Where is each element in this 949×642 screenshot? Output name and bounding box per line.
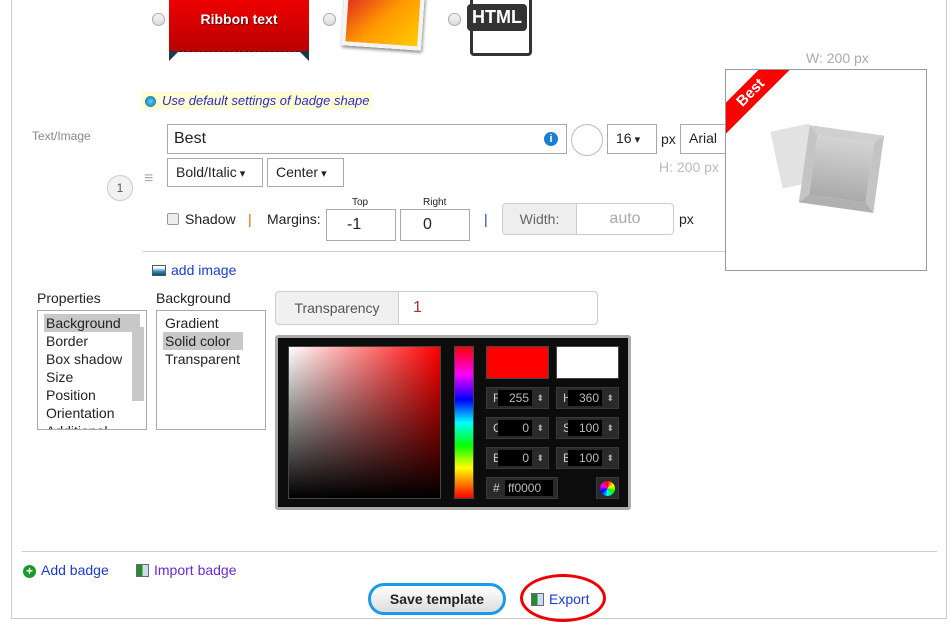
transparency-input[interactable]: 1 [399, 292, 597, 324]
list-item[interactable]: Size [44, 368, 140, 386]
import-badge-link[interactable]: Import badge [136, 562, 237, 578]
text-color-swatch[interactable] [571, 124, 603, 156]
width-input[interactable]: auto [577, 204, 673, 234]
brightness-field[interactable]: B 100 ⬍ [556, 447, 619, 469]
separator: | [248, 211, 252, 227]
font-size-select[interactable]: 16 [607, 124, 657, 154]
margin-top-label: Top [352, 197, 369, 208]
preview-height-label: H: 200 px [659, 159, 719, 175]
badge-preview: Best [725, 69, 927, 271]
scrollbar[interactable] [132, 327, 144, 401]
list-item[interactable]: Border [44, 332, 140, 350]
preview-width-label: W: 200 px [806, 50, 869, 66]
saturation-field[interactable]: S 100 ⬍ [556, 417, 619, 439]
width-label: Width: [503, 204, 577, 234]
save-template-button[interactable]: Save template [368, 583, 506, 615]
previous-color-swatch[interactable] [556, 346, 619, 379]
blue-field[interactable]: B 0 ⬍ [486, 447, 549, 469]
shape-radio-image[interactable] [323, 13, 336, 26]
info-icon[interactable]: i [544, 132, 558, 146]
background-list[interactable]: Gradient Solid color Transparent [156, 310, 266, 430]
list-item[interactable]: Orientation [44, 404, 140, 422]
margin-top-input[interactable]: -1 [326, 209, 396, 241]
badge-text-input[interactable]: Best i [167, 124, 567, 154]
divider [22, 551, 937, 552]
color-picker: R255⬍ H360⬍ G0⬍ S100⬍ B0⬍ B100⬍ #ff0000 [275, 335, 631, 510]
text-align-select[interactable]: Center [267, 158, 344, 187]
text-image-label: Text/Image [32, 129, 91, 143]
plus-icon: + [23, 565, 36, 578]
margin-right-input[interactable]: 0 [400, 209, 470, 241]
color-wheel-button[interactable] [596, 477, 619, 499]
properties-list[interactable]: Background Border Box shadow Size Positi… [37, 310, 147, 430]
background-label: Background [156, 290, 231, 306]
shape-ribbon-option[interactable]: Ribbon text [169, 0, 309, 61]
use-default-settings-link[interactable]: Use default settings of badge shape [142, 92, 373, 109]
list-item[interactable]: Background [44, 314, 140, 332]
hue-slider[interactable] [454, 346, 474, 499]
properties-label: Properties [37, 290, 101, 306]
export-link[interactable]: Export [531, 591, 589, 607]
green-field[interactable]: G0⬍ [486, 417, 549, 439]
drag-handle-icon[interactable]: ≡ [144, 170, 153, 188]
current-color-swatch [486, 346, 549, 379]
html-shape-icon[interactable]: HTML [467, 0, 532, 56]
spreadsheet-icon [136, 564, 149, 577]
px-unit: px [679, 211, 694, 227]
image-shape-icon[interactable] [341, 0, 425, 51]
add-badge-link[interactable]: + Add badge [23, 562, 109, 578]
add-image-link[interactable]: add image [152, 262, 236, 278]
px-unit: px [661, 131, 676, 147]
spreadsheet-icon [531, 593, 544, 606]
margin-right-label: Right [423, 197, 447, 208]
list-item[interactable]: Gradient [163, 314, 259, 332]
image-icon [152, 265, 166, 276]
hex-field[interactable]: # ff0000 [486, 477, 558, 499]
list-item[interactable]: Solid color [163, 332, 243, 350]
hue-field[interactable]: H360⬍ [556, 387, 619, 409]
divider [143, 251, 725, 252]
shape-radio-html[interactable] [448, 13, 461, 26]
font-family-select[interactable]: Arial [680, 124, 726, 154]
saturation-brightness-area[interactable] [288, 346, 441, 499]
red-field[interactable]: R255⬍ [486, 387, 549, 409]
list-item[interactable]: Additional [44, 422, 140, 429]
color-wheel-icon [600, 481, 615, 496]
margins-label: Margins: [267, 211, 321, 227]
shape-radio-ribbon[interactable] [152, 13, 165, 26]
badge-index: 1 [107, 175, 133, 201]
shadow-label: Shadow [185, 211, 236, 227]
width-field[interactable]: Width: auto [502, 203, 674, 235]
list-item[interactable]: Box shadow [44, 350, 140, 368]
separator: | [484, 211, 488, 227]
list-item[interactable]: Position [44, 386, 140, 404]
list-item[interactable]: Transparent [163, 350, 259, 368]
transparency-label: Transparency [276, 292, 399, 324]
transparency-field[interactable]: Transparency 1 [275, 291, 598, 325]
font-style-select[interactable]: Bold/Italic [167, 158, 263, 187]
shadow-checkbox[interactable] [167, 213, 179, 225]
